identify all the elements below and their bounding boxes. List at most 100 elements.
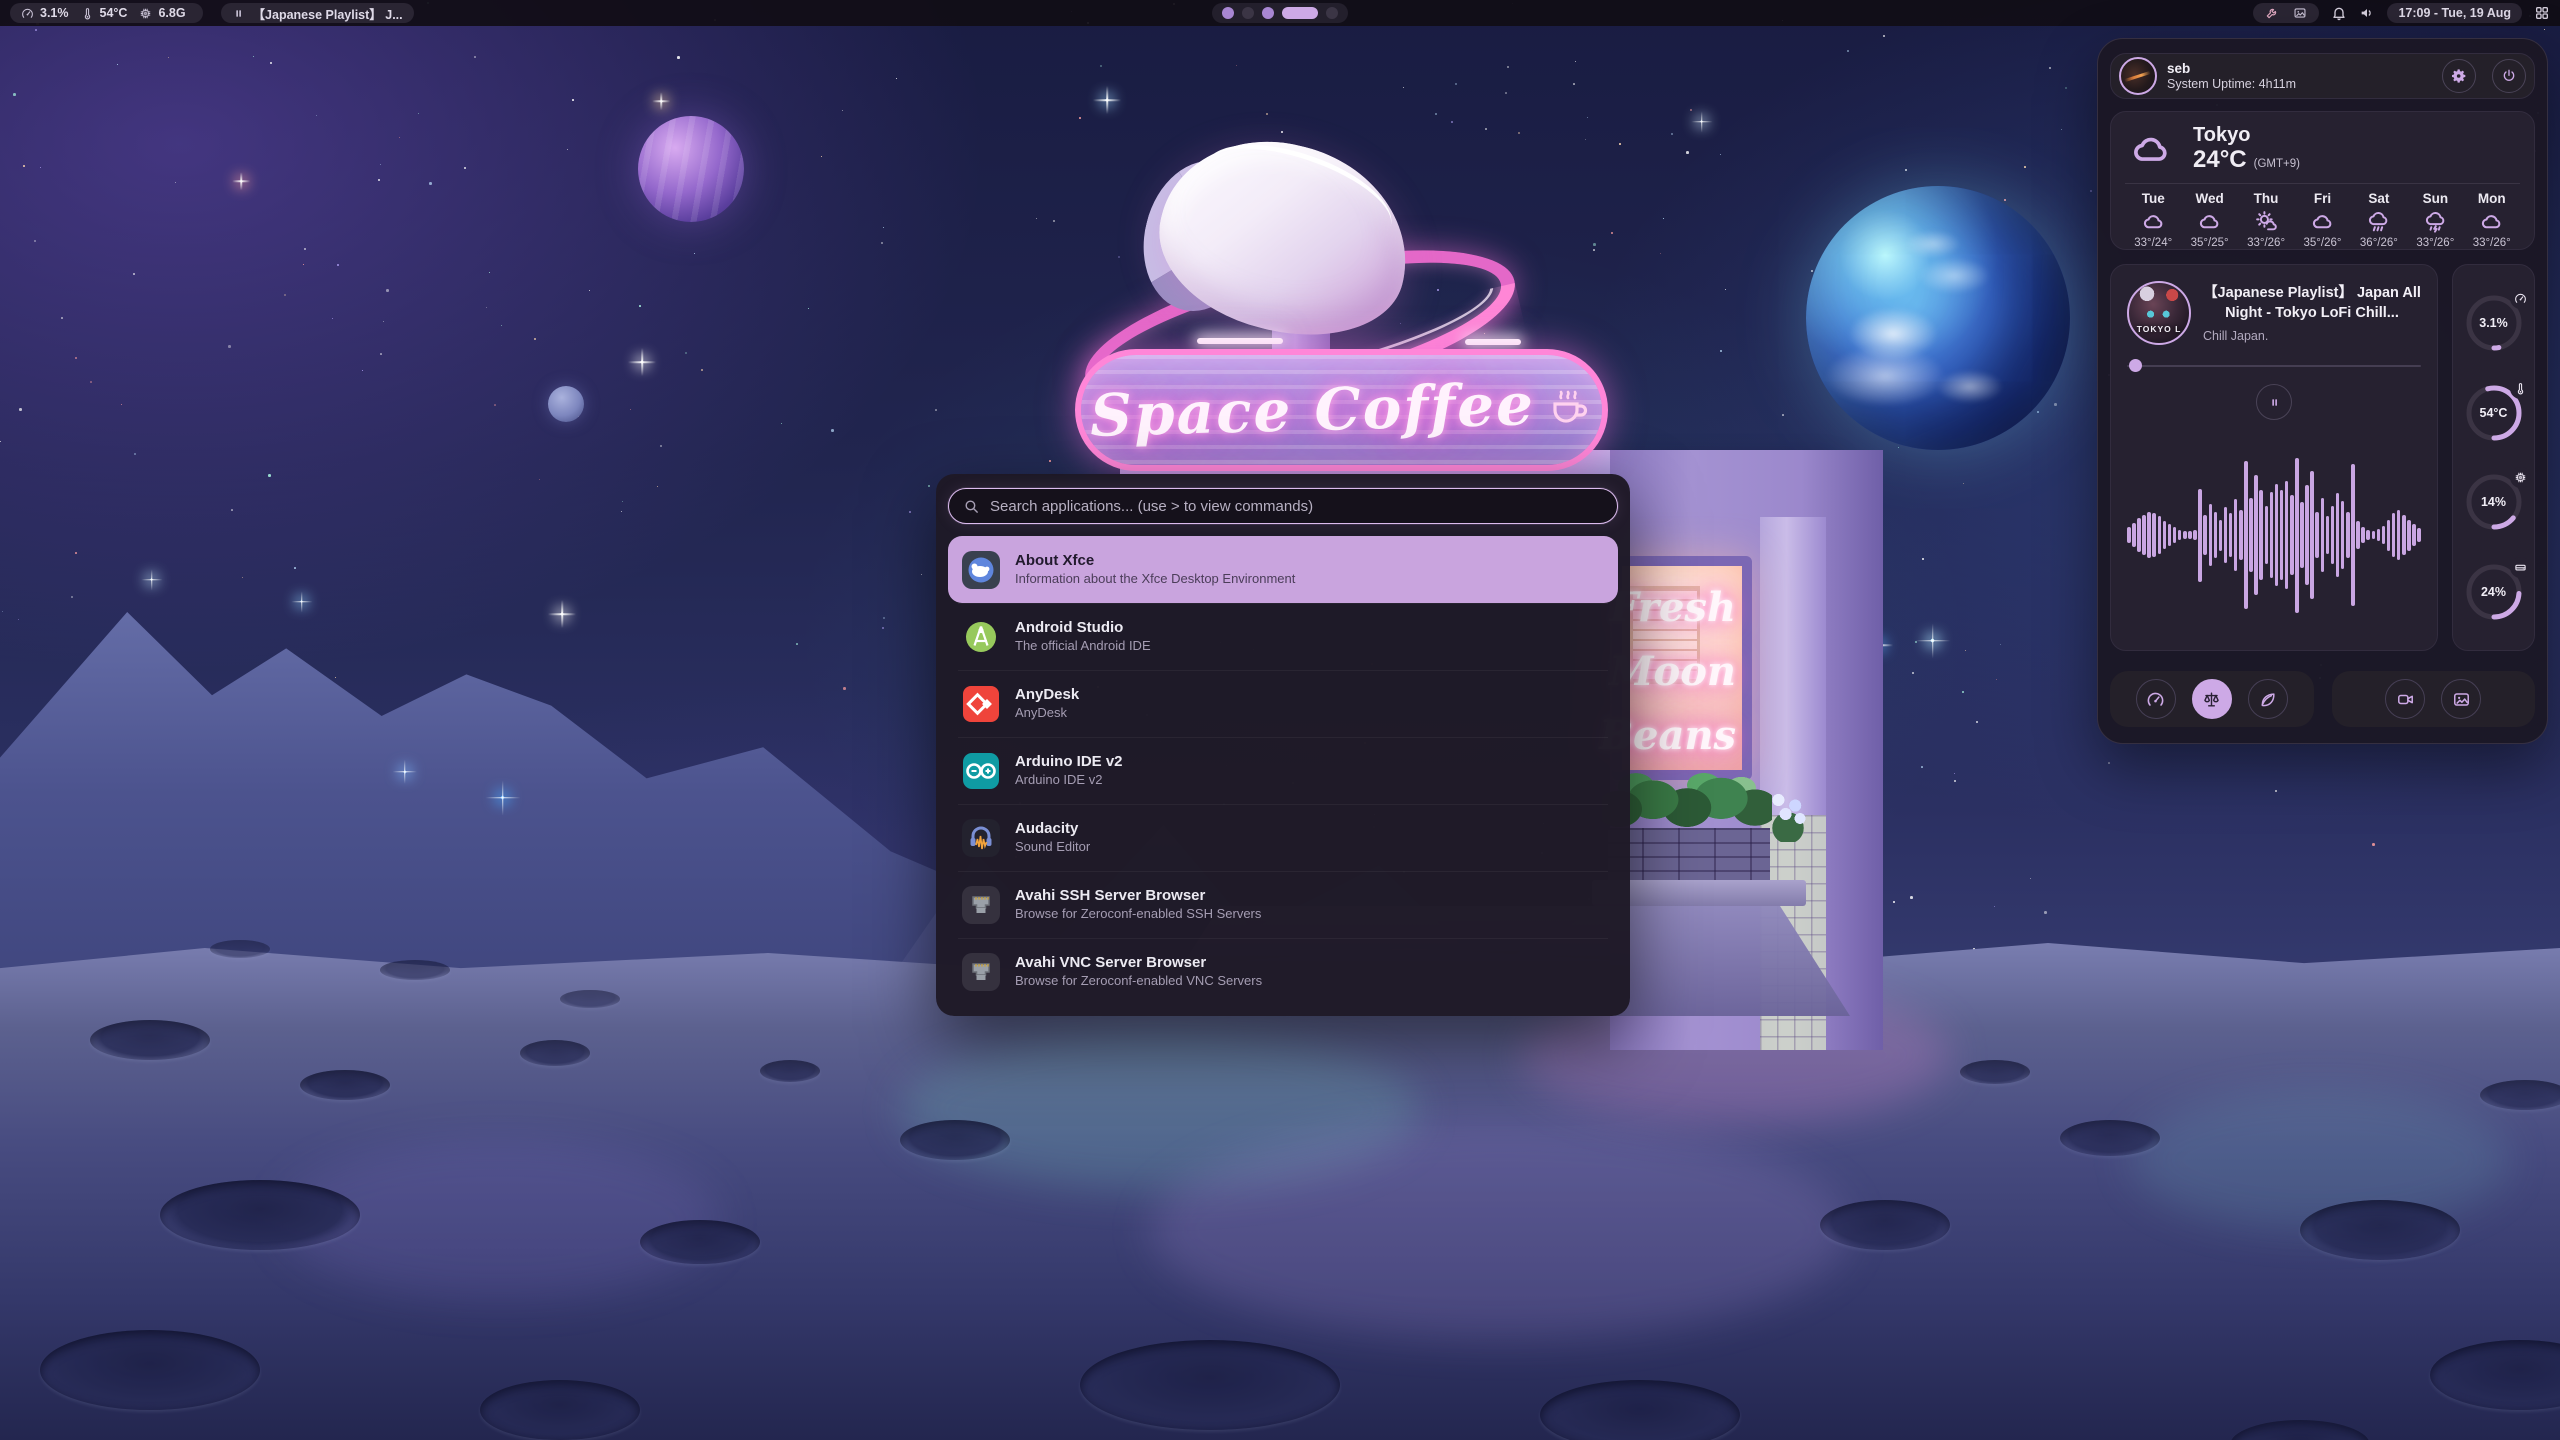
cloud-icon (2479, 209, 2504, 234)
play-pause-button[interactable] (2256, 384, 2292, 420)
quick-settings-right (2332, 671, 2536, 727)
scales-button[interactable] (2192, 679, 2232, 719)
launcher-item-arduino-ide-v2[interactable]: Arduino IDE v2Arduino IDE v2 (948, 737, 1618, 804)
forecast-temps: 35°/26° (2303, 237, 2341, 249)
image-icon (2452, 690, 2471, 709)
app-launcher: About XfceInformation about the Xfce Des… (936, 474, 1630, 1016)
weather-temp: 24°C (2193, 146, 2247, 174)
camera-icon (2396, 690, 2415, 709)
wrench-tray-icon[interactable] (2265, 6, 2279, 20)
workspace-dot[interactable] (1326, 7, 1338, 19)
storm-icon (2423, 209, 2448, 234)
track-title: 【Japanese Playlist】 Japan All Night - To… (2203, 283, 2421, 324)
rain-icon (2366, 209, 2391, 234)
app-subtitle: Sound Editor (1015, 839, 1090, 856)
forecast-day-thu: Thu33°/26° (2238, 191, 2294, 249)
coffee-cup-icon (1545, 382, 1593, 430)
workspace-dot[interactable] (1222, 7, 1234, 19)
image-button[interactable] (2441, 679, 2481, 719)
search-icon (963, 498, 980, 515)
weather-cloud-icon (2125, 127, 2177, 171)
avatar (2119, 57, 2157, 95)
clock-pill[interactable]: 17:09 - Tue, 19 Aug (2387, 3, 2522, 23)
shop-window: Fresh Moon Beans (1612, 556, 1752, 780)
app-title: Avahi VNC Server Browser (1015, 953, 1262, 973)
cloud-icon (2197, 209, 2222, 234)
user-card: seb System Uptime: 4h11m (2110, 53, 2535, 99)
app-subtitle: Browse for Zeroconf-enabled SSH Servers (1015, 906, 1261, 923)
app-title: AnyDesk (1015, 685, 1079, 705)
gear-icon (2451, 68, 2467, 84)
app-grid-icon[interactable] (2534, 5, 2550, 21)
gauge-icon (2146, 690, 2165, 709)
now-playing-pill[interactable]: 【Japanese Playlist】 J... (221, 3, 414, 23)
progress-bar[interactable] (2127, 359, 2421, 372)
leaf-icon (2258, 690, 2277, 709)
leaf-button[interactable] (2248, 679, 2288, 719)
uptime-text: System Uptime: 4h11m (2167, 77, 2426, 91)
progress-knob[interactable] (2129, 359, 2142, 372)
small-moon (548, 386, 584, 422)
power-button[interactable] (2492, 59, 2526, 93)
chip-gauge: 14% (2462, 470, 2526, 534)
forecast-day-sat: Sat36°/26° (2351, 191, 2407, 249)
launcher-item-anydesk[interactable]: AnyDeskAnyDesk (948, 670, 1618, 737)
neon-sign: Space Coffee (1075, 349, 1608, 471)
top-panel: 3.1% 54°C 6.8G 【Japanese Playlist】 J... … (0, 0, 2560, 26)
launcher-item-android-studio[interactable]: Android StudioThe official Android IDE (948, 603, 1618, 670)
app-subtitle: Arduino IDE v2 (1015, 772, 1123, 789)
launcher-item-avahi-vnc-server-browser[interactable]: Avahi VNC Server BrowserBrowse for Zeroc… (948, 938, 1618, 1005)
gauge-button[interactable] (2136, 679, 2176, 719)
audio-visualizer (2127, 432, 2421, 638)
shop-brick-base (1606, 828, 1770, 880)
notifications-icon[interactable] (2331, 5, 2347, 21)
search-input[interactable] (990, 498, 1603, 515)
tray-icons-pill[interactable] (2253, 3, 2319, 23)
album-art-text: TOKYO L (2129, 324, 2189, 334)
launcher-item-avahi-ssh-server-browser[interactable]: Avahi SSH Server BrowserBrowse for Zeroc… (948, 871, 1618, 938)
chip-icon (2510, 467, 2531, 488)
control-panel: seb System Uptime: 4h11m Tokyo 24°C (GMT… (2097, 38, 2548, 744)
media-player-card: TOKYO L 【Japanese Playlist】 Japan All Ni… (2110, 264, 2438, 651)
system-stats-pill[interactable]: 3.1% 54°C 6.8G (10, 3, 203, 23)
forecast-day-label: Fri (2314, 191, 2331, 206)
forecast-temps: 33°/26° (2247, 237, 2285, 249)
memory-chip-icon (139, 7, 152, 20)
pause-icon (232, 7, 245, 20)
cloud-icon (2310, 209, 2335, 234)
shop-flowers (1764, 786, 1812, 842)
sun-cloud-icon (2254, 209, 2279, 234)
workspace-dot-active[interactable] (1282, 7, 1318, 19)
pause-icon (2268, 396, 2281, 409)
workspace-dot[interactable] (1262, 7, 1274, 19)
forecast-day-tue: Tue33°/24° (2125, 191, 2181, 249)
app-subtitle: Information about the Xfce Desktop Envir… (1015, 571, 1295, 588)
arduino-app-icon (961, 751, 1001, 791)
image-tray-icon[interactable] (2293, 6, 2307, 20)
cpu-usage-value: 3.1% (40, 6, 69, 20)
app-title: Avahi SSH Server Browser (1015, 886, 1261, 906)
scales-icon (2202, 690, 2221, 709)
launcher-item-audacity[interactable]: AudacitySound Editor (948, 804, 1618, 871)
settings-button[interactable] (2442, 59, 2476, 93)
forecast-temps: 36°/26° (2360, 237, 2398, 249)
workspace-dot[interactable] (1242, 7, 1254, 19)
launcher-item-about-xfce[interactable]: About XfceInformation about the Xfce Des… (948, 536, 1618, 603)
app-subtitle: AnyDesk (1015, 705, 1079, 722)
workspace-switcher[interactable] (1212, 3, 1348, 23)
camera-button[interactable] (2385, 679, 2425, 719)
forecast-day-label: Sun (2423, 191, 2449, 206)
disk-gauge: 24% (2462, 560, 2526, 624)
search-box[interactable] (948, 488, 1618, 524)
weather-timezone: (GMT+9) (2254, 158, 2300, 171)
gauge-gauge: 3.1% (2462, 291, 2526, 355)
album-art: TOKYO L (2127, 281, 2191, 345)
forecast-day-mon: Mon33°/26° (2464, 191, 2520, 249)
app-title: Android Studio (1015, 618, 1151, 638)
app-list: About XfceInformation about the Xfce Des… (936, 534, 1630, 1009)
volume-icon[interactable] (2359, 5, 2375, 21)
forecast-day-label: Wed (2196, 191, 2224, 206)
gauge-icon (2510, 288, 2531, 309)
thermometer-icon (81, 7, 94, 20)
app-subtitle: Browse for Zeroconf-enabled VNC Servers (1015, 973, 1262, 990)
